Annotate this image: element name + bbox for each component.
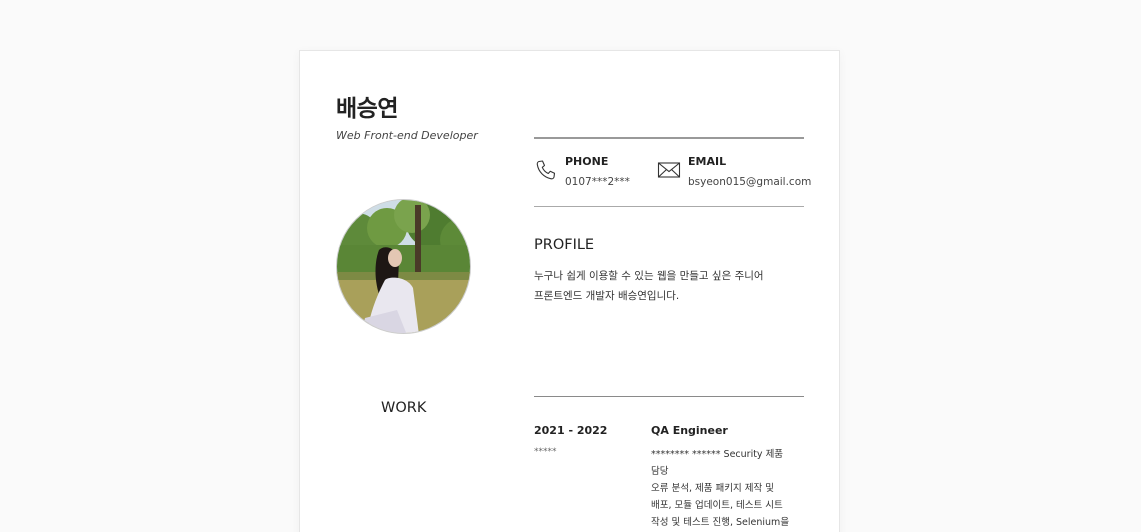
avatar [336,199,471,334]
description-line: 작성 및 테스트 진행, Selenium을 [651,517,790,528]
contact-email: EMAIL bsyeon015@gmail.com [657,155,811,188]
profile-line: 누구나 쉽게 이용할 수 있는 웹을 만들고 싶은 주니어 [534,270,764,282]
divider-work [534,396,804,397]
contact-phone: PHONE 0107***2*** [534,155,630,188]
work-period: 2021 - 2022 [534,424,608,437]
phone-icon [536,160,556,180]
phone-label: PHONE [565,155,609,168]
work-title: WORK [381,400,427,416]
profile-text: 누구나 쉽게 이용할 수 있는 웹을 만들고 싶은 주니어 프론트엔드 개발자 … [534,266,804,306]
work-description: ******** ****** Security 제품 담당 오류 분석, 제품… [651,446,801,531]
envelope-icon [657,162,681,178]
phone-value: 0107***2*** [565,176,630,188]
email-label: EMAIL [688,155,727,168]
work-position: QA Engineer [651,424,728,437]
email-value[interactable]: bsyeon015@gmail.com [688,176,811,188]
profile-title: PROFILE [534,237,595,253]
profile-line: 프론트엔드 개발자 배승연입니다. [534,290,680,302]
resume-role: Web Front-end Developer [336,129,478,142]
divider-top [534,137,804,139]
resume-card: 배승연 Web Front-end Developer PHONE 0107**… [299,50,840,532]
description-line: 배포, 모듈 업데이트, 테스트 시트 [651,500,783,511]
description-line: 오류 분석, 제품 패키지 제작 및 [651,483,774,494]
resume-name: 배승연 [336,96,398,122]
description-line: 담당 [651,466,669,477]
description-line: ******** ****** Security 제품 [651,449,784,460]
avatar-photo [337,200,470,333]
work-company: ***** [534,447,557,457]
divider-middle [534,206,804,207]
